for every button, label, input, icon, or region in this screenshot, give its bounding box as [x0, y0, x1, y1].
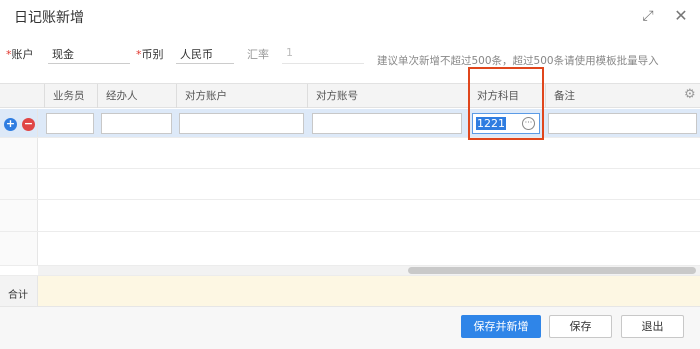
- horizontal-scrollbar[interactable]: [38, 266, 700, 275]
- journal-grid: 业务员 经办人 对方账户 对方账号 对方科目 备注 ⚙ + − 1221 ···…: [0, 83, 700, 308]
- salesperson-input[interactable]: [46, 113, 94, 134]
- table-row: [0, 232, 700, 266]
- col-counter-account: 对方账户: [176, 84, 306, 108]
- col-handler: 经办人: [97, 84, 175, 108]
- rate-label: 汇率: [247, 48, 269, 61]
- batch-hint: 建议单次新增不超过500条，超过500条请使用模板批量导入: [377, 55, 659, 67]
- row-lead: [0, 232, 38, 265]
- save-and-new-button[interactable]: 保存并新增: [461, 315, 541, 338]
- exit-button[interactable]: 退出: [621, 315, 684, 338]
- row-lead: [0, 200, 38, 231]
- add-row-button[interactable]: +: [4, 118, 17, 131]
- expand-icon[interactable]: ⤢: [639, 7, 657, 25]
- account-label: *账户: [6, 48, 34, 61]
- dialog-footer: 保存并新增 保存 退出: [0, 306, 700, 349]
- table-row: [0, 200, 700, 232]
- form-header: *账户 现金 *币别 人民币 汇率 1 建议单次新增不超过500条，超过500条…: [0, 38, 700, 67]
- grid-header: 业务员 经办人 对方账户 对方账号 对方科目 备注 ⚙: [0, 84, 700, 108]
- highlight-annotation: [468, 67, 544, 140]
- scrollbar-thumb[interactable]: [408, 267, 696, 274]
- table-row: + − 1221 ···: [0, 109, 700, 138]
- total-label: 合计: [8, 290, 28, 301]
- close-icon[interactable]: ✕: [672, 7, 690, 25]
- col-remark: 备注: [545, 84, 680, 108]
- total-lead: 合计: [0, 276, 38, 308]
- col-counter-account-no: 对方账号: [307, 84, 467, 108]
- account-field[interactable]: 现金: [48, 42, 130, 64]
- currency-label: *币别: [136, 48, 164, 61]
- counter-account-input[interactable]: [179, 113, 304, 134]
- handler-input[interactable]: [101, 113, 172, 134]
- table-row: [0, 169, 700, 200]
- remark-input[interactable]: [548, 113, 697, 134]
- row-lead: [0, 138, 38, 168]
- col-salesperson: 业务员: [44, 84, 96, 108]
- total-row: 合计: [0, 275, 700, 308]
- table-row: [0, 138, 700, 169]
- dialog-title: 日记账新增: [14, 10, 84, 26]
- delete-row-button[interactable]: −: [22, 118, 35, 131]
- counter-account-no-input[interactable]: [312, 113, 462, 134]
- save-button[interactable]: 保存: [549, 315, 612, 338]
- currency-field[interactable]: 人民币: [176, 42, 234, 64]
- rate-field: 1: [282, 42, 364, 64]
- row-lead: [0, 169, 38, 199]
- gear-icon[interactable]: ⚙: [684, 88, 698, 102]
